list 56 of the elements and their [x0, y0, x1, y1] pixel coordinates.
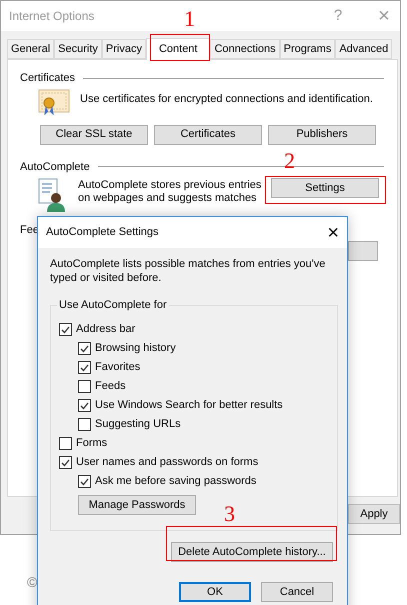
- checkbox[interactable]: [78, 418, 91, 431]
- certificate-action-button[interactable]: Publishers: [268, 124, 376, 144]
- annotation-number: 3: [224, 503, 235, 525]
- annotation-frame: [150, 34, 210, 61]
- certificate-action-button[interactable]: Clear SSL state: [40, 124, 148, 144]
- checkbox-label[interactable]: Ask me before saving passwords: [95, 473, 256, 490]
- checkmark-icon: [80, 344, 89, 352]
- dialog-intro: AutoComplete lists possible matches from entries you've typed or visited before.: [50, 257, 326, 285]
- certificate-action-button[interactable]: Certificates: [154, 124, 262, 144]
- window-title: Internet Options: [9, 8, 94, 25]
- close-button[interactable]: ×: [327, 222, 339, 242]
- delete-history-button[interactable]: Delete AutoComplete history...: [171, 542, 333, 562]
- checkbox[interactable]: [59, 323, 72, 336]
- checkmark-icon: [61, 458, 70, 466]
- tab[interactable]: General: [7, 39, 54, 59]
- autocomplete-description: AutoComplete stores previous entries on webpages and suggests matches: [78, 179, 262, 205]
- checkmark-icon: [80, 478, 89, 486]
- button-edge: [348, 240, 378, 260]
- annotation-number: 2: [284, 150, 295, 172]
- settings-button[interactable]: Settings: [271, 178, 379, 198]
- copyright-symbol: ©: [27, 573, 38, 592]
- checkbox-label[interactable]: Suggesting URLs: [95, 416, 181, 433]
- checkbox[interactable]: [59, 437, 72, 450]
- tab[interactable]: Advanced: [335, 39, 392, 59]
- checkbox[interactable]: [78, 361, 91, 374]
- certificates-description: Use certificates for encrypted connections and identification.: [80, 92, 373, 106]
- document-user-icon: [38, 178, 66, 212]
- checkbox-label[interactable]: Use Windows Search for better results: [95, 397, 283, 414]
- checkbox[interactable]: [78, 475, 91, 488]
- checkbox-label[interactable]: Feeds: [95, 378, 126, 395]
- checkbox-label[interactable]: Browsing history: [95, 340, 176, 357]
- dialog-button[interactable]: OK: [179, 582, 251, 602]
- certificate-icon: [38, 88, 70, 114]
- checkbox-label[interactable]: Favorites: [95, 359, 140, 376]
- section-heading: Certificates: [20, 71, 76, 86]
- manage-passwords-button[interactable]: Manage Passwords: [78, 495, 196, 515]
- tab[interactable]: Security: [54, 39, 102, 59]
- group-legend: Use AutoComplete for: [57, 297, 169, 314]
- checkbox[interactable]: [78, 342, 91, 355]
- checkmark-icon: [80, 364, 89, 372]
- dialog-title: AutoComplete Settings: [46, 225, 159, 240]
- tab[interactable]: Programs: [280, 39, 336, 59]
- tab[interactable]: Content: [146, 38, 210, 60]
- checkbox[interactable]: [78, 399, 91, 412]
- checkbox-label[interactable]: Forms: [76, 435, 108, 452]
- dialog-button[interactable]: Cancel: [261, 582, 333, 602]
- tab[interactable]: Connections: [210, 39, 280, 59]
- section-heading: AutoComplete: [20, 160, 90, 174]
- checkmark-icon: [61, 326, 70, 334]
- tab[interactable]: Privacy: [102, 39, 146, 59]
- checkbox-label[interactable]: User names and passwords on forms: [76, 454, 258, 471]
- annotation-number: 1: [184, 8, 195, 30]
- checkbox[interactable]: [78, 380, 91, 393]
- checkbox[interactable]: [59, 456, 72, 469]
- checkmark-icon: [80, 402, 89, 410]
- checkbox-label[interactable]: Address bar: [76, 321, 136, 338]
